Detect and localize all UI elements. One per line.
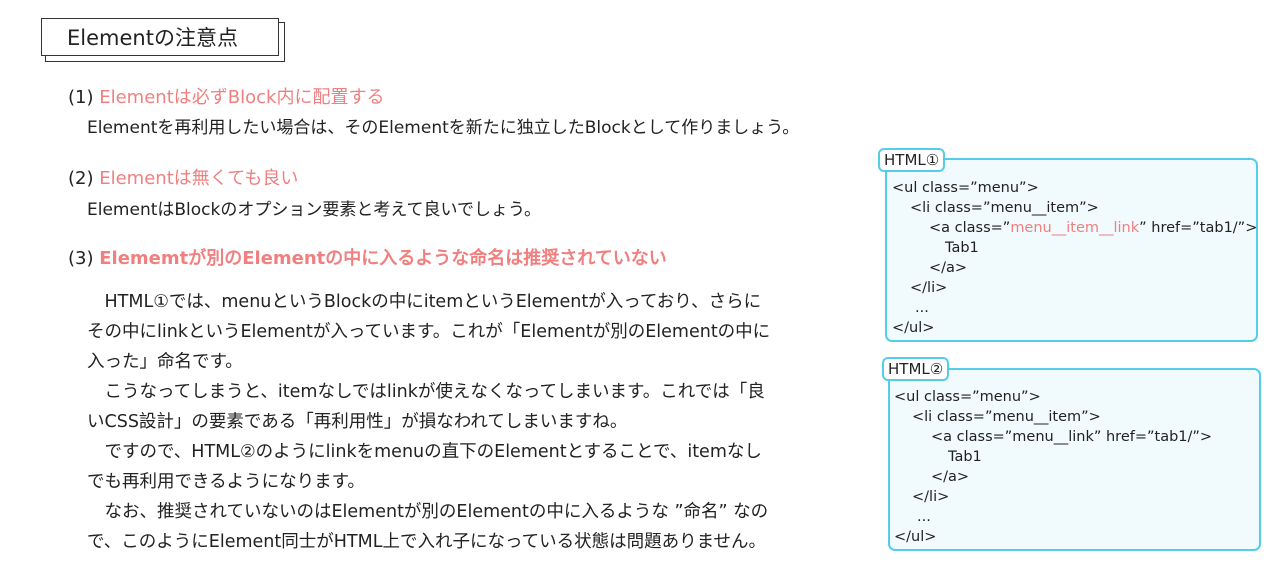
paragraph-line: で、このようにElement同士がHTML上で入れ子になっている状態は問題ありま…: [87, 532, 767, 552]
code-line: <a class=”menu__item__link” href=”tab1/”…: [929, 220, 1258, 236]
section-3-paragraph: HTML①では、menuというBlockの中にitemというElementが入っ…: [87, 287, 867, 557]
section-1-description: Elementを再利用したい場合は、そのElementを新たに独立したBlock…: [87, 118, 800, 138]
code-line: </ul>: [892, 320, 935, 336]
code-line: <li class=”menu__item”>: [912, 409, 1101, 425]
paragraph-line: でも再利用できるようになります。: [87, 472, 365, 492]
section-3-title: Elememtが別のElementの中に入るような命名は推奨されていない: [99, 248, 667, 269]
paragraph-line: いCSS設計」の要素である「再利用性」が損なわれてしまいますね。: [87, 412, 628, 432]
code-line: <li class=”menu__item”>: [910, 200, 1099, 216]
section-1-number: (1): [68, 87, 94, 108]
section-1-title: Elementは必ずBlock内に配置する: [99, 87, 385, 108]
paragraph-line: HTML①では、menuというBlockの中にitemというElementが入っ…: [87, 292, 762, 312]
code-line: Tab1: [945, 240, 979, 256]
code-line: ...: [917, 509, 931, 525]
code-line: </ul>: [894, 529, 937, 545]
code-line: <ul class=”menu”>: [892, 180, 1039, 196]
code-line: <a class=”menu__link” href=”tab1/”>: [931, 429, 1213, 445]
paragraph-line: その中にlinkというElementが入っています。これが「Elementが別の…: [87, 322, 771, 342]
paragraph-line: なお、推奨されていないのはElementが別のElementの中に入るような ”…: [87, 502, 769, 522]
code-line: </li>: [912, 489, 950, 505]
section-3-heading: (3) Elememtが別のElementの中に入るような命名は推奨されていない: [68, 248, 667, 270]
section-2-heading: (2) Elementは無くても良い: [68, 168, 298, 190]
code-example-2: <ul class=”menu”> <li class=”menu__item”…: [888, 368, 1261, 551]
code-line: <ul class=”menu”>: [894, 389, 1041, 405]
page-title-text: Elementの注意点: [67, 26, 238, 50]
section-2-description: ElementはBlockのオプション要素と考えて良いでしょう。: [87, 200, 541, 220]
paragraph-line: ですので、HTML②のようにlinkをmenuの直下のElementとすることで…: [87, 442, 762, 462]
section-3-number: (3): [68, 248, 94, 269]
paragraph-line: 入った」命名です。: [87, 352, 243, 372]
code-line: </a>: [929, 260, 968, 276]
code-line: </li>: [910, 280, 948, 296]
code-line: ...: [915, 300, 929, 316]
page-title: Elementの注意点: [41, 18, 279, 56]
code-example-1-label: HTML①: [878, 148, 946, 172]
code-line: </a>: [931, 469, 970, 485]
code-example-1: <ul class=”menu”> <li class=”menu__item”…: [885, 158, 1258, 342]
section-1-heading: (1) Elementは必ずBlock内に配置する: [68, 87, 384, 109]
code-example-2-label: HTML②: [882, 357, 950, 381]
section-2-title: Elementは無くても良い: [99, 168, 299, 189]
section-2-number: (2): [68, 168, 94, 189]
highlighted-class-name: menu__item__link: [1010, 220, 1140, 236]
paragraph-line: こうなってしまうと、itemなしではlinkが使えなくなってしまいます。これでは…: [87, 382, 765, 402]
code-line: Tab1: [948, 449, 982, 465]
